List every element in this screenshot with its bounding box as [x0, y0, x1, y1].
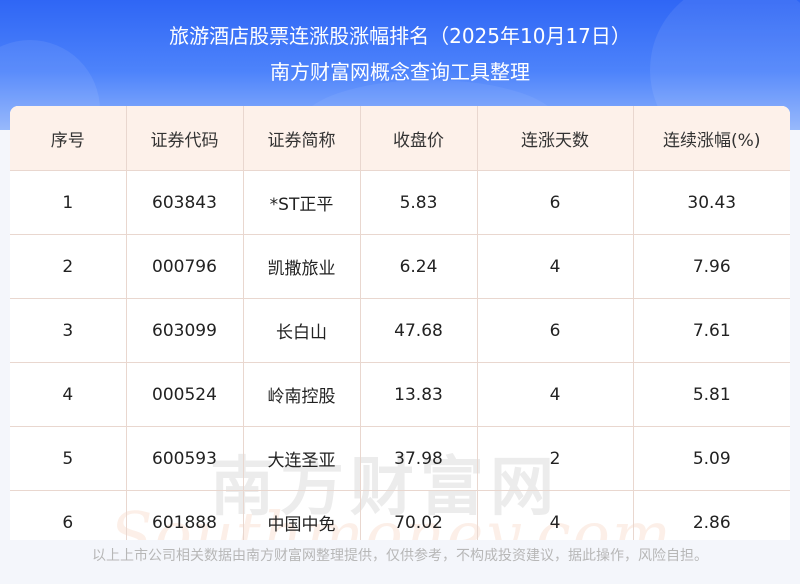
cell-name: *ST正平 [243, 170, 361, 235]
cell-days: 4 [477, 362, 634, 427]
cell-index: 3 [10, 298, 127, 363]
table-row: 2 000796 凯撒旅业 6.24 4 7.96 [10, 234, 790, 299]
cell-code: 603099 [126, 298, 244, 363]
column-header-name: 证券简称 [243, 106, 361, 171]
table-row: 4 000524 岭南控股 13.83 4 5.81 [10, 362, 790, 427]
column-header-days: 连涨天数 [477, 106, 634, 171]
table-row: 1 603843 *ST正平 5.83 6 30.43 [10, 170, 790, 235]
cell-name: 岭南控股 [243, 362, 361, 427]
table-card: 南方财富网 Southmoney.com 序号 证券代码 证券简称 收盘价 连涨… [10, 106, 790, 540]
cell-code: 600593 [126, 426, 244, 491]
cell-name: 中国中免 [243, 490, 361, 540]
page-title: 旅游酒店股票连涨股涨幅排名（2025年10月17日） [169, 24, 631, 48]
cell-code: 000796 [126, 234, 244, 299]
cell-close: 47.68 [360, 298, 478, 363]
page-subtitle: 南方财富网概念查询工具整理 [270, 60, 530, 84]
cell-index: 4 [10, 362, 127, 427]
cell-days: 2 [477, 426, 634, 491]
cell-close: 13.83 [360, 362, 478, 427]
cell-index: 6 [10, 490, 127, 540]
cell-close: 70.02 [360, 490, 478, 540]
cell-name: 凯撒旅业 [243, 234, 361, 299]
table-header-row: 序号 证券代码 证券简称 收盘价 连涨天数 连续涨幅(%) [10, 106, 790, 171]
column-header-code: 证券代码 [126, 106, 244, 171]
cell-name: 长白山 [243, 298, 361, 363]
table-row: 6 601888 中国中免 70.02 4 2.86 [10, 490, 790, 540]
cell-gain: 30.43 [633, 170, 790, 235]
cell-days: 4 [477, 490, 634, 540]
cell-code: 603843 [126, 170, 244, 235]
cell-days: 4 [477, 234, 634, 299]
column-header-gain: 连续涨幅(%) [633, 106, 790, 171]
column-header-index: 序号 [10, 106, 127, 171]
ranking-table: 序号 证券代码 证券简称 收盘价 连涨天数 连续涨幅(%) 1 603843 *… [10, 106, 790, 540]
cell-code: 000524 [126, 362, 244, 427]
cell-name: 大连圣亚 [243, 426, 361, 491]
cell-gain: 7.96 [633, 234, 790, 299]
footer-disclaimer: 以上上市公司相关数据由南方财富网整理提供，仅供参考，不构成投资建议，据此操作，风… [92, 548, 708, 564]
cell-code: 601888 [126, 490, 244, 540]
table-row: 3 603099 长白山 47.68 6 7.61 [10, 298, 790, 363]
cell-gain: 5.81 [633, 362, 790, 427]
table-row: 5 600593 大连圣亚 37.98 2 5.09 [10, 426, 790, 491]
cell-index: 2 [10, 234, 127, 299]
cell-close: 37.98 [360, 426, 478, 491]
cell-gain: 5.09 [633, 426, 790, 491]
cell-days: 6 [477, 170, 634, 235]
column-header-close: 收盘价 [360, 106, 478, 171]
cell-index: 1 [10, 170, 127, 235]
cell-close: 5.83 [360, 170, 478, 235]
cell-close: 6.24 [360, 234, 478, 299]
cell-days: 6 [477, 298, 634, 363]
cell-index: 5 [10, 426, 127, 491]
cell-gain: 7.61 [633, 298, 790, 363]
cell-gain: 2.86 [633, 490, 790, 540]
